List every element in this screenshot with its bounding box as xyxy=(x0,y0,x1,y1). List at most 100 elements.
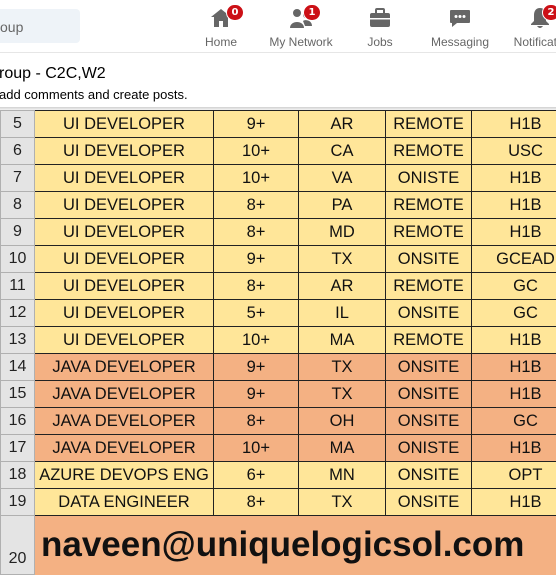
cell-mode: ONISTE xyxy=(386,165,472,192)
cell-visa: H1B xyxy=(472,435,556,462)
email-row: 20naveen@uniquelogicsol.com xyxy=(1,516,556,575)
nav-notifications[interactable]: 2 Notificatio xyxy=(502,6,556,49)
table-row: 12UI DEVELOPER5+ILONSITEGC xyxy=(1,300,556,327)
cell-visa: H1B xyxy=(472,327,556,354)
cell-state: PA xyxy=(299,192,386,219)
cell-visa: OPT xyxy=(472,462,556,489)
cell-mode: REMOTE xyxy=(386,192,472,219)
row-number: 8 xyxy=(1,192,35,219)
spreadsheet-image: 5UI DEVELOPER9+ARREMOTEH1B6UI DEVELOPER1… xyxy=(0,110,556,575)
table-row: 7UI DEVELOPER10+VAONISTEH1B xyxy=(1,165,556,192)
cell-state: TX xyxy=(299,354,386,381)
search-input[interactable]: oup xyxy=(0,9,80,43)
table-row: 19DATA ENGINEER8+TXONSITEH1B xyxy=(1,489,556,516)
cell-exp: 9+ xyxy=(214,381,299,408)
row-number: 16 xyxy=(1,408,35,435)
row-number: 7 xyxy=(1,165,35,192)
table-row: 10UI DEVELOPER9+TXONSITEGCEAD xyxy=(1,246,556,273)
row-number: 9 xyxy=(1,219,35,246)
nav-jobs[interactable]: Jobs xyxy=(342,6,418,49)
cell-role: UI DEVELOPER xyxy=(35,300,214,327)
row-number: 6 xyxy=(1,138,35,165)
table-row: 8UI DEVELOPER8+PAREMOTEH1B xyxy=(1,192,556,219)
cell-role: UI DEVELOPER xyxy=(35,219,214,246)
table-row: 13UI DEVELOPER10+MAREMOTEH1B xyxy=(1,327,556,354)
cell-role: UI DEVELOPER xyxy=(35,273,214,300)
chat-icon xyxy=(448,6,472,30)
cell-role: UI DEVELOPER xyxy=(35,192,214,219)
cell-state: OH xyxy=(299,408,386,435)
cell-exp: 8+ xyxy=(214,219,299,246)
cell-mode: ONSITE xyxy=(386,381,472,408)
table-row: 5UI DEVELOPER9+ARREMOTEH1B xyxy=(1,111,556,138)
row-number: 18 xyxy=(1,462,35,489)
cell-state: AR xyxy=(299,273,386,300)
cell-role: UI DEVELOPER xyxy=(35,327,214,354)
row-number: 14 xyxy=(1,354,35,381)
cell-role: AZURE DEVOPS ENG xyxy=(35,462,214,489)
cell-role: UI DEVELOPER xyxy=(35,111,214,138)
cell-exp: 9+ xyxy=(214,354,299,381)
nav-messaging-label: Messaging xyxy=(422,35,498,49)
cell-visa: GCEAD xyxy=(472,246,556,273)
cell-mode: ONSITE xyxy=(386,354,472,381)
cell-state: IL xyxy=(299,300,386,327)
cell-role: JAVA DEVELOPER xyxy=(35,381,214,408)
table-row: 15JAVA DEVELOPER9+TXONSITEH1B xyxy=(1,381,556,408)
group-header: roup - C2C,W2 add comments and create po… xyxy=(0,53,556,107)
table-row: 17JAVA DEVELOPER10+MAONISTEH1B xyxy=(1,435,556,462)
row-number: 11 xyxy=(1,273,35,300)
row-number: 5 xyxy=(1,111,35,138)
cell-state: VA xyxy=(299,165,386,192)
cell-state: CA xyxy=(299,138,386,165)
row-number: 17 xyxy=(1,435,35,462)
cell-exp: 10+ xyxy=(214,435,299,462)
nav-my-network[interactable]: 1 My Network xyxy=(263,6,339,49)
table-row: 6UI DEVELOPER10+CAREMOTEUSC xyxy=(1,138,556,165)
table-row: 16JAVA DEVELOPER8+OHONSITEGC xyxy=(1,408,556,435)
cell-visa: H1B xyxy=(472,111,556,138)
nav-messaging[interactable]: Messaging xyxy=(422,6,498,49)
cell-exp: 8+ xyxy=(214,489,299,516)
cell-exp: 8+ xyxy=(214,408,299,435)
cell-exp: 8+ xyxy=(214,273,299,300)
cell-visa: GC xyxy=(472,408,556,435)
cell-mode: REMOTE xyxy=(386,273,472,300)
cell-exp: 6+ xyxy=(214,462,299,489)
cell-mode: ONSITE xyxy=(386,300,472,327)
notifications-badge: 2 xyxy=(542,4,556,21)
cell-visa: H1B xyxy=(472,219,556,246)
cell-state: MN xyxy=(299,462,386,489)
table-row: 14JAVA DEVELOPER9+TXONSITEH1B xyxy=(1,354,556,381)
row-number: 19 xyxy=(1,489,35,516)
cell-exp: 9+ xyxy=(214,246,299,273)
home-badge: 0 xyxy=(226,4,244,21)
cell-visa: H1B xyxy=(472,381,556,408)
row-number: 12 xyxy=(1,300,35,327)
cell-state: TX xyxy=(299,246,386,273)
cell-exp: 10+ xyxy=(214,165,299,192)
group-title[interactable]: roup - C2C,W2 xyxy=(0,65,106,83)
cell-state: TX xyxy=(299,381,386,408)
cell-visa: GC xyxy=(472,300,556,327)
row-number: 10 xyxy=(1,246,35,273)
row-number: 20 xyxy=(1,516,35,575)
cell-state: TX xyxy=(299,489,386,516)
cell-exp: 5+ xyxy=(214,300,299,327)
cell-visa: H1B xyxy=(472,489,556,516)
cell-mode: REMOTE xyxy=(386,327,472,354)
row-number: 13 xyxy=(1,327,35,354)
nav-home-label: Home xyxy=(183,35,259,49)
job-requirements-table: 5UI DEVELOPER9+ARREMOTEH1B6UI DEVELOPER1… xyxy=(0,110,556,575)
cell-exp: 9+ xyxy=(214,111,299,138)
cell-mode: REMOTE xyxy=(386,111,472,138)
cell-mode: ONISTE xyxy=(386,435,472,462)
nav-home[interactable]: 0 Home xyxy=(183,6,259,49)
cell-exp: 10+ xyxy=(214,327,299,354)
nav-jobs-label: Jobs xyxy=(342,35,418,49)
cell-mode: REMOTE xyxy=(386,138,472,165)
top-navigation-bar: oup 0 Home 1 My Network Jobs Messaging 2… xyxy=(0,0,556,53)
nav-notifications-label: Notificatio xyxy=(502,35,556,49)
cell-mode: ONSITE xyxy=(386,462,472,489)
briefcase-icon xyxy=(368,6,392,30)
